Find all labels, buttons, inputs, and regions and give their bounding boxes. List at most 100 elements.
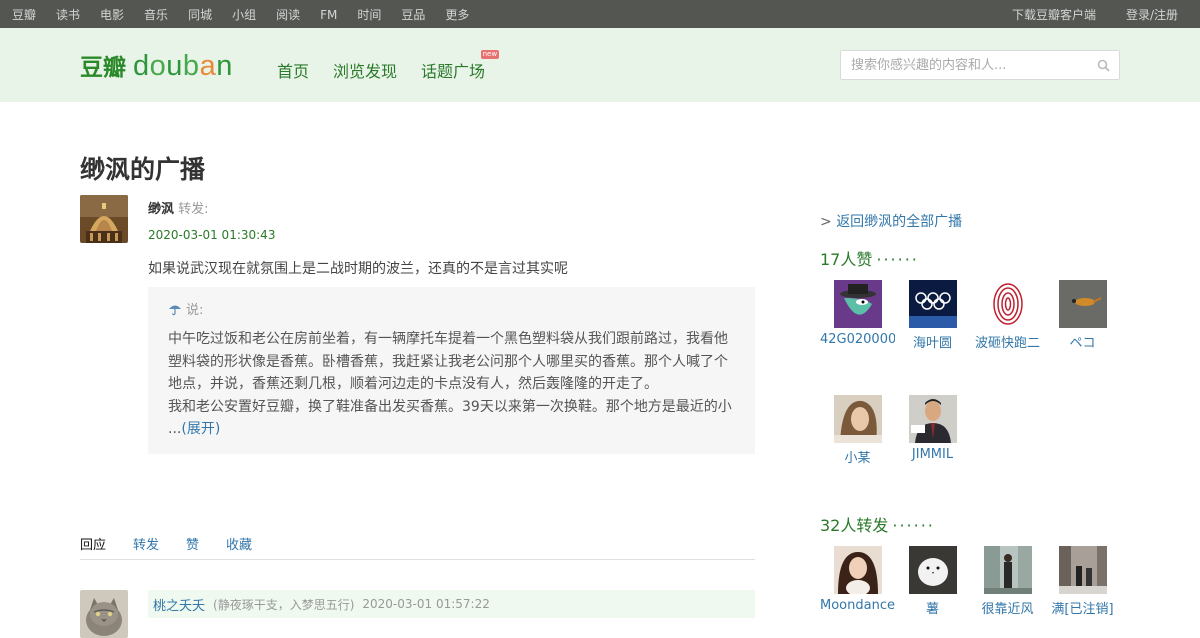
- logo-letter: b: [182, 50, 200, 82]
- olympic-rings-image: [908, 280, 957, 328]
- global-nav-read[interactable]: 阅读: [276, 6, 300, 23]
- likes-more-link[interactable]: ······: [876, 250, 919, 269]
- liker-avatar: [1058, 280, 1107, 328]
- quote-line: 塑料袋的形状像是香蕉。卧槽香蕉，我赶紧让我老公问那个人哪里买的香蕉。那个人喊了个: [168, 353, 728, 370]
- ellipsis: ...: [168, 421, 182, 437]
- liker-avatar: [908, 395, 957, 443]
- global-nav-fm[interactable]: FM: [320, 8, 337, 22]
- status-time[interactable]: 2020-03-01 01:30:43: [148, 228, 275, 242]
- status-action: 转发:: [178, 202, 209, 217]
- man-in-suit-image: [908, 395, 957, 443]
- global-nav-group[interactable]: 小组: [232, 6, 256, 23]
- global-nav-market[interactable]: 豆品: [401, 6, 425, 23]
- login-register-link[interactable]: 登录/注册: [1126, 6, 1178, 23]
- search-box: [840, 50, 1120, 80]
- new-badge: new: [480, 50, 500, 59]
- page-title: 缈沨的广播: [80, 155, 206, 184]
- quote-line: 我和老公安置好豆瓣，换了鞋准备出发买香蕉。39天以来第一次换鞋。那个地方是最近的…: [168, 398, 732, 415]
- liker-avatar: [908, 280, 957, 328]
- city-street-image: [1058, 546, 1107, 594]
- resharer-avatar: [983, 546, 1032, 594]
- liker[interactable]: 波砸快跑二: [970, 280, 1045, 351]
- logo-cn-text: 豆瓣: [80, 55, 126, 81]
- global-nav-local[interactable]: 同城: [188, 6, 212, 23]
- quote-body: 中午吃过饭和老公在房前坐着，有一辆摩托车提着一个黑色塑料袋从我们跟前路过，我看他…: [168, 328, 735, 441]
- liker-name: 小某: [844, 451, 871, 466]
- author-avatar[interactable]: [80, 195, 128, 243]
- liker-name: JIMMIL: [911, 447, 954, 462]
- reply-time: 2020-03-01 01:57:22: [362, 597, 490, 611]
- resharer-name: 满[已注销]: [1051, 602, 1114, 617]
- liker[interactable]: 海叶圆: [895, 280, 970, 351]
- tab-collect[interactable]: 收藏: [226, 534, 252, 559]
- global-nav: 豆瓣 读书 电影 音乐 同城 小组 阅读 FM 时间 豆品 更多 下载豆瓣客户端 登录/注册: [0, 0, 1200, 28]
- logo-letter: a: [199, 50, 217, 82]
- resharer[interactable]: 薯: [895, 546, 970, 617]
- global-nav-time[interactable]: 时间: [357, 6, 381, 23]
- reshares-count: 32人转发: [820, 516, 889, 535]
- liker-avatar: [833, 395, 882, 443]
- liker-avatar: [983, 280, 1032, 328]
- liker[interactable]: 小某: [820, 395, 895, 466]
- tab-replies[interactable]: 回应: [80, 534, 106, 559]
- expand-link[interactable]: (展开): [181, 421, 220, 437]
- status-meta: 缈沨 转发:: [148, 198, 209, 217]
- search-input[interactable]: [841, 51, 1081, 79]
- liker-name: 42G020000: [820, 332, 895, 347]
- quote-line: 中午吃过饭和老公在房前坐着，有一辆摩托车提着一个黑色塑料袋从我们跟前路过，我看他: [168, 331, 728, 347]
- global-nav-music[interactable]: 音乐: [144, 6, 168, 23]
- resharer-name: 很靠近风: [981, 602, 1034, 617]
- global-nav-right: 下载豆瓣客户端 登录/注册: [982, 6, 1188, 23]
- logo-letter: d: [133, 50, 150, 82]
- liker-name: 波砸快跑二: [974, 336, 1040, 351]
- search-icon[interactable]: [1097, 59, 1110, 72]
- nav-home[interactable]: 首页: [277, 58, 309, 82]
- likes-section-title: 17人赞 ······: [820, 246, 919, 270]
- resharer-avatar: [908, 546, 957, 594]
- umbrella-icon: [169, 305, 181, 315]
- liker-avatar: [833, 280, 882, 328]
- reply-avatar[interactable]: [80, 590, 128, 638]
- cathedral-dome-image: [80, 195, 128, 243]
- site-header: 豆瓣 douban 首页 浏览发现 话题广场 new: [0, 28, 1200, 102]
- quote-line-last: ...(展开): [168, 418, 735, 441]
- resharer[interactable]: Moondance: [820, 546, 895, 613]
- back-arrow: >: [820, 214, 832, 230]
- reply-meta-bar: 桃之夭夭 (静夜琢干支，入梦思五行) 2020-03-01 01:57:22: [148, 590, 755, 618]
- liker[interactable]: JIMMIL: [895, 395, 970, 462]
- back-to-all-statuses-link[interactable]: 返回缈沨的全部广播: [836, 214, 962, 230]
- liker[interactable]: ペコ: [1045, 280, 1120, 351]
- tab-likes[interactable]: 赞: [186, 534, 199, 559]
- reply-author[interactable]: 桃之夭夭: [153, 595, 205, 614]
- resharer[interactable]: 很靠近风: [970, 546, 1045, 617]
- gray-animal-image: [1058, 280, 1107, 328]
- liker[interactable]: 42G020000: [820, 280, 895, 347]
- woman-portrait-image: [833, 546, 882, 594]
- author-name[interactable]: 缈沨: [148, 202, 174, 217]
- global-nav-left: 豆瓣 读书 电影 音乐 同城 小组 阅读 FM 时间 豆品 更多: [12, 6, 489, 23]
- global-nav-more[interactable]: 更多: [445, 6, 469, 23]
- girl-portrait-image: [833, 395, 882, 443]
- reshared-status: 说: 中午吃过饭和老公在房前坐着，有一辆摩托车提着一个黑色塑料袋从我们跟前路过，…: [148, 287, 755, 454]
- white-bird-image: [908, 546, 957, 594]
- logo-letter: n: [216, 50, 233, 82]
- global-nav-books[interactable]: 读书: [56, 6, 80, 23]
- nav-explore[interactable]: 浏览发现: [333, 58, 397, 82]
- reshares-section-title: 32人转发 ······: [820, 512, 935, 536]
- reshares-more-link[interactable]: ······: [892, 516, 935, 535]
- global-nav-movie[interactable]: 电影: [100, 6, 124, 23]
- tab-reshares[interactable]: 转发: [133, 534, 159, 559]
- quote-header: 说:: [168, 299, 735, 318]
- nav-topics[interactable]: 话题广场 new: [421, 50, 500, 82]
- back-link-row: > 返回缈沨的全部广播: [820, 211, 962, 231]
- douban-logo[interactable]: 豆瓣 douban: [80, 46, 240, 86]
- nav-topics-label: 话题广场: [421, 62, 486, 81]
- resharer[interactable]: 满[已注销]: [1045, 546, 1120, 617]
- quote-says-label: 说:: [186, 303, 204, 318]
- global-nav-douban[interactable]: 豆瓣: [12, 6, 36, 23]
- download-app-link[interactable]: 下载豆瓣客户端: [1012, 6, 1096, 23]
- resharer-avatar: [833, 546, 882, 594]
- liker-name: ペコ: [1069, 336, 1096, 351]
- status-tabs: 回应 转发 赞 收藏: [80, 534, 755, 560]
- status-text: 如果说武汉现在就氛围上是二战时期的波兰，还真的不是言过其实呢: [148, 261, 568, 277]
